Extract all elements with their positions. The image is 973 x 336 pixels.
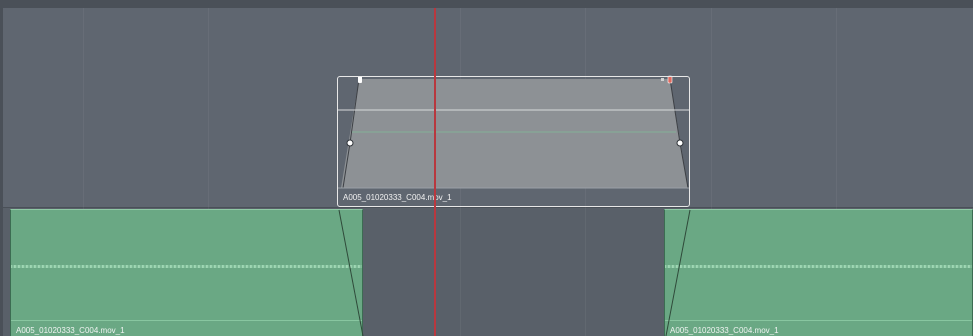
- crossfade-left-guide: [338, 209, 364, 336]
- playhead[interactable]: [434, 8, 436, 336]
- crossfade-right-guide: [665, 209, 691, 336]
- timeline-editor[interactable]: A005_01020333_C004.mov_1 A005_01020333_C…: [0, 0, 973, 336]
- transition-clip[interactable]: [337, 76, 690, 207]
